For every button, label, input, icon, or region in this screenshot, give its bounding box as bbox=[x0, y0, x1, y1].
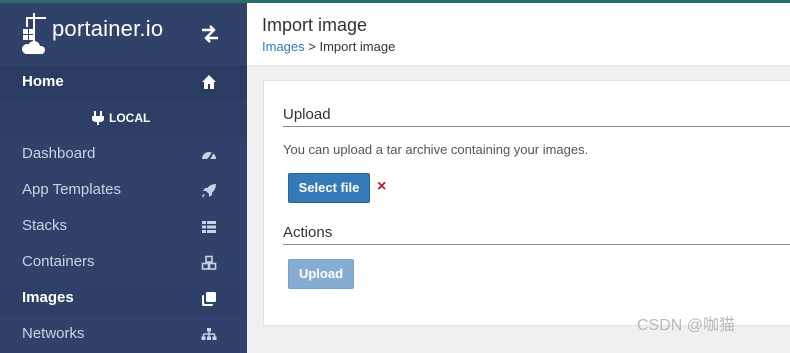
sidebar: portainer.io Home LOCAL Dashboard App Te… bbox=[0, 3, 247, 353]
breadcrumb-link-images[interactable]: Images bbox=[262, 39, 305, 54]
select-file-button[interactable]: Select file bbox=[288, 173, 370, 203]
sidebar-item-images[interactable]: Images bbox=[0, 281, 247, 317]
actions-section-title: Actions bbox=[283, 224, 333, 241]
upload-help-text: You can upload a tar archive containing … bbox=[283, 142, 589, 157]
upload-section-title: Upload bbox=[283, 106, 331, 123]
sidebar-item-stacks[interactable]: Stacks bbox=[0, 209, 247, 245]
sidebar-item-dashboard[interactable]: Dashboard bbox=[0, 137, 247, 173]
rocket-icon bbox=[202, 184, 216, 198]
portainer-logo-icon bbox=[22, 13, 46, 54]
sitemap-icon bbox=[201, 328, 217, 340]
sidebar-toggle-icon[interactable] bbox=[200, 25, 220, 43]
actions-section-divider bbox=[283, 244, 790, 245]
page-title: Import image bbox=[262, 15, 368, 35]
sidebar-item-label: Stacks bbox=[22, 217, 68, 234]
tachometer-icon bbox=[202, 151, 216, 161]
sidebar-item-containers[interactable]: Containers bbox=[0, 245, 247, 281]
breadcrumb-current: Import image bbox=[319, 39, 396, 54]
sidebar-item-label: Dashboard bbox=[22, 145, 96, 162]
sidebar-item-label: Containers bbox=[22, 253, 95, 270]
breadcrumb-separator: > bbox=[304, 39, 320, 54]
clone-icon bbox=[202, 292, 216, 306]
plug-icon bbox=[92, 111, 104, 125]
sidebar-item-networks[interactable]: Networks bbox=[0, 317, 247, 353]
th-list-icon bbox=[202, 221, 216, 233]
upload-section-divider bbox=[283, 126, 790, 127]
watermark: CSDN @咖猫 bbox=[637, 317, 736, 334]
brand-header: portainer.io bbox=[0, 3, 247, 65]
cubes-icon bbox=[201, 255, 217, 270]
home-icon bbox=[202, 75, 216, 89]
sidebar-item-label: App Templates bbox=[22, 181, 121, 198]
brand-name[interactable]: portainer.io bbox=[52, 16, 163, 42]
endpoint-label: LOCAL bbox=[109, 111, 151, 125]
sidebar-item-label: Networks bbox=[22, 325, 85, 342]
breadcrumb: Images > Import image bbox=[262, 39, 395, 54]
sidebar-item-label: Home bbox=[22, 73, 64, 90]
sidebar-item-label: Images bbox=[22, 289, 74, 306]
endpoint-local: LOCAL bbox=[0, 99, 247, 137]
upload-button[interactable]: Upload bbox=[288, 259, 354, 289]
remove-file-icon[interactable]: × bbox=[377, 178, 386, 196]
page-header: Import image Images > Import image bbox=[247, 3, 790, 66]
sidebar-item-app-templates[interactable]: App Templates bbox=[0, 173, 247, 209]
import-image-panel: Upload You can upload a tar archive cont… bbox=[263, 80, 790, 326]
sidebar-item-home[interactable]: Home bbox=[0, 65, 247, 99]
